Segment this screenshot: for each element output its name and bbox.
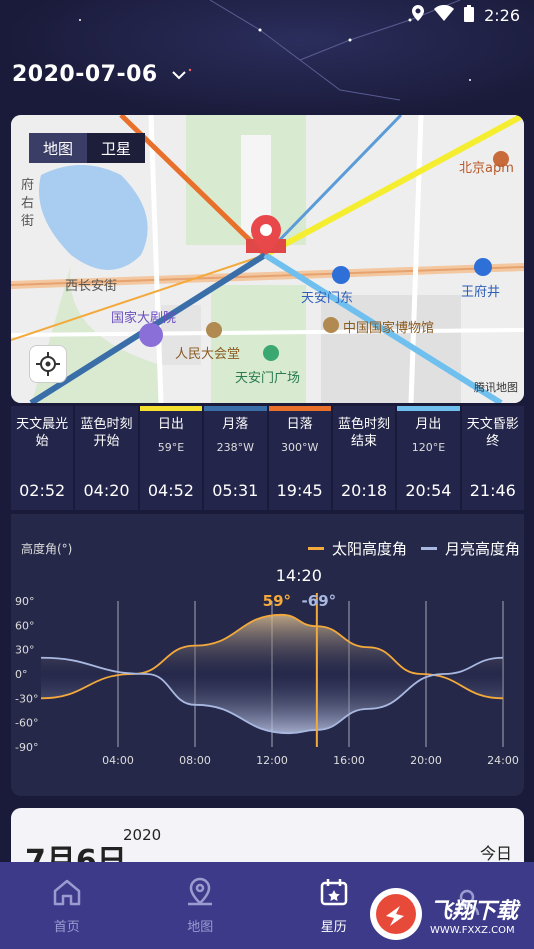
time-item: 天文晨光始 02:52 bbox=[11, 406, 74, 510]
time-color-bar bbox=[462, 406, 524, 411]
altitude-chart-card: 高度角(°) 太阳高度角 月亮高度角 90° 60° 30° 0° -30° -60° -9… bbox=[11, 514, 524, 796]
locate-button[interactable] bbox=[29, 345, 67, 383]
date-detail-card[interactable]: 7月6日 2020 今日 bbox=[11, 808, 524, 879]
y-tick-label: 30° bbox=[15, 644, 35, 657]
map-pin-icon bbox=[188, 877, 213, 906]
time-label: 日落 bbox=[286, 417, 313, 432]
map-label-poi: 国家大剧院 bbox=[111, 311, 177, 326]
map-pin-icon[interactable] bbox=[251, 215, 281, 259]
x-tick-label: 20:00 bbox=[410, 754, 442, 767]
map-provider-logo: 腾讯地图 bbox=[474, 381, 518, 394]
time-label: 月出 bbox=[415, 417, 442, 432]
x-tick-label: 04:00 bbox=[102, 754, 134, 767]
sun-value-label: 59° bbox=[263, 592, 291, 610]
time-label: 天文晨光始 bbox=[16, 417, 69, 449]
map-label-street: 府右街 bbox=[21, 178, 35, 229]
map-label-poi: 天安门广场 bbox=[235, 371, 301, 386]
tab-home[interactable]: 首页 bbox=[0, 862, 134, 949]
x-tick-label: 12:00 bbox=[256, 754, 288, 767]
map-label-poi: 中国国家博物馆 bbox=[343, 321, 435, 336]
y-tick-label: 90° bbox=[15, 595, 35, 608]
map-label-poi: 王府井 bbox=[461, 285, 501, 300]
battery-icon bbox=[464, 4, 475, 26]
time-value: 21:46 bbox=[469, 481, 516, 500]
sun-moon-times: 天文晨光始 02:52 蓝色时刻开始 04:20 日出 59°E 04:52 月… bbox=[11, 406, 524, 510]
x-tick-label: 16:00 bbox=[333, 754, 365, 767]
wifi-icon bbox=[434, 5, 455, 25]
tab-map[interactable]: 地图 bbox=[134, 862, 268, 949]
x-tick-label: 24:00 bbox=[487, 754, 519, 767]
map-label-poi: 天安门东 bbox=[301, 291, 354, 306]
time-color-bar bbox=[75, 406, 137, 411]
time-value: 05:31 bbox=[212, 481, 259, 500]
location-icon bbox=[412, 5, 425, 25]
y-tick-label: -60° bbox=[15, 717, 38, 730]
tab-satellite[interactable]: 卫星 bbox=[87, 133, 145, 163]
status-time: 2:26 bbox=[484, 5, 520, 25]
time-label: 日出 bbox=[157, 417, 184, 432]
today-button[interactable]: 今日 bbox=[480, 840, 512, 864]
time-value: 04:20 bbox=[83, 481, 130, 500]
time-item: 天文昏影终 21:46 bbox=[461, 406, 524, 510]
detail-year: 2020 bbox=[123, 826, 162, 844]
moon-value-label: -69° bbox=[302, 592, 337, 610]
time-direction: 120°E bbox=[411, 441, 446, 454]
watermark-text: 飞翔下载 bbox=[430, 898, 519, 924]
map-label-poi: 人民大会堂 bbox=[175, 347, 241, 362]
time-color-bar bbox=[139, 406, 203, 411]
time-value: 19:45 bbox=[276, 481, 323, 500]
calendar-icon bbox=[320, 879, 347, 906]
time-item: 月出 120°E 20:54 bbox=[397, 406, 460, 510]
map-label-street: 西长安街 bbox=[65, 279, 118, 294]
map-type-toggle[interactable]: 地图 卫星 bbox=[29, 133, 145, 163]
tab-label: 星历 bbox=[320, 920, 347, 935]
time-value: 02:52 bbox=[19, 481, 66, 500]
selected-date[interactable]: 2020-07-06 bbox=[12, 62, 158, 87]
cursor-time-label: 14:20 bbox=[276, 566, 322, 585]
tab-label: 地图 bbox=[187, 920, 214, 935]
time-label: 月落 bbox=[222, 417, 249, 432]
y-tick-label: -30° bbox=[15, 692, 38, 705]
time-direction: 300°W bbox=[281, 441, 319, 454]
time-color-bar bbox=[268, 406, 331, 411]
map-label-poi: 北京apm bbox=[459, 161, 514, 176]
date-selector[interactable]: 2020-07-06 bbox=[12, 62, 186, 87]
time-color-bar bbox=[397, 406, 460, 411]
home-icon bbox=[53, 879, 80, 906]
site-watermark: 飞翔下载 WWW.FXXZ.COM bbox=[368, 884, 528, 944]
time-color-bar bbox=[333, 406, 395, 411]
time-item: 蓝色时刻开始 04:20 bbox=[75, 406, 138, 510]
y-tick-label: 0° bbox=[15, 668, 28, 681]
time-direction: 59°E bbox=[157, 441, 185, 454]
map-view[interactable]: 地图 卫星 府右街 西长安街 国家大剧院 人民大会堂 天安门东 天安门广场 中国… bbox=[11, 115, 524, 403]
time-label: 蓝色时刻结束 bbox=[338, 417, 391, 449]
time-value: 20:54 bbox=[405, 481, 452, 500]
time-item: 日落 300°W 19:45 bbox=[268, 406, 331, 510]
chevron-down-icon[interactable] bbox=[172, 70, 186, 80]
tab-map[interactable]: 地图 bbox=[29, 133, 87, 163]
time-color-bar bbox=[11, 406, 73, 411]
status-bar: 2:26 bbox=[0, 0, 534, 30]
time-value: 20:18 bbox=[341, 481, 388, 500]
time-item: 日出 59°E 04:52 bbox=[139, 406, 203, 510]
tab-label: 首页 bbox=[53, 920, 80, 935]
time-direction: 238°W bbox=[216, 441, 254, 454]
x-tick-label: 08:00 bbox=[179, 754, 211, 767]
watermark-url: WWW.FXXZ.COM bbox=[430, 924, 515, 936]
time-color-bar bbox=[204, 406, 267, 411]
time-label: 天文昏影终 bbox=[466, 417, 519, 449]
time-item: 月落 238°W 05:31 bbox=[204, 406, 267, 510]
time-value: 04:52 bbox=[147, 481, 194, 500]
watermark-logo-icon bbox=[370, 888, 422, 940]
y-tick-label: 60° bbox=[15, 619, 35, 632]
time-label: 蓝色时刻开始 bbox=[80, 417, 133, 449]
y-tick-label: -90° bbox=[15, 741, 38, 754]
time-item: 蓝色时刻结束 20:18 bbox=[332, 406, 396, 510]
crosshair-icon bbox=[36, 352, 60, 376]
altitude-chart[interactable]: 90° 60° 30° 0° -30° -60° -90° 04:00 08:00 12:00 16… bbox=[11, 514, 524, 796]
